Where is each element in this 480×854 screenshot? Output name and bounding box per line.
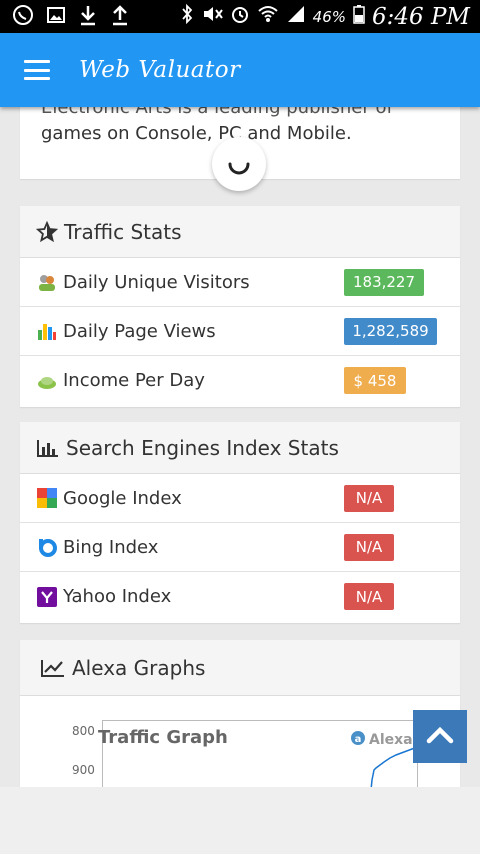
pageviews-icon <box>36 320 58 342</box>
stat-row-income: Income Per Day $ 458 <box>20 356 460 405</box>
visitors-icon <box>36 271 58 293</box>
index-row-yahoo: Yahoo Index N/A <box>20 572 460 621</box>
stat-label: Daily Unique Visitors <box>63 271 250 293</box>
google-index-badge: N/A <box>344 484 394 512</box>
bing-icon <box>36 536 58 558</box>
line-chart-icon <box>40 658 66 678</box>
battery-percent: 46% <box>312 7 346 26</box>
index-label: Bing Index <box>63 536 159 558</box>
alarm-icon <box>230 4 250 29</box>
back-to-top-button[interactable] <box>413 710 467 763</box>
search-index-header: Search Engines Index Stats <box>20 422 460 474</box>
stat-label: Daily Page Views <box>63 320 216 342</box>
search-index-card: Search Engines Index Stats Google Index … <box>20 422 460 623</box>
hamburger-icon[interactable] <box>24 60 50 80</box>
star-icon <box>36 220 58 243</box>
wifi-icon <box>257 4 279 29</box>
bing-index-badge: N/A <box>344 533 394 561</box>
app-title: Web Valuator <box>79 57 241 83</box>
visitors-badge: 183,227 <box>344 268 424 296</box>
google-icon <box>36 487 58 509</box>
mute-icon <box>201 4 223 29</box>
image-icon <box>46 5 66 29</box>
chevron-up-icon <box>425 725 455 749</box>
upload-icon <box>110 4 130 30</box>
index-row-bing: Bing Index N/A <box>20 523 460 572</box>
traffic-graph-line <box>370 745 420 787</box>
income-badge: $ 458 <box>344 367 406 394</box>
download-icon <box>78 4 98 30</box>
bottom-area <box>0 787 480 854</box>
traffic-stats-header: Traffic Stats <box>20 206 460 258</box>
battery-icon <box>353 4 365 29</box>
description-cut-line: Electronic Arts is a leading publisher o… <box>41 107 393 118</box>
pageviews-badge: 1,282,589 <box>344 317 437 345</box>
traffic-graph-title: Traffic Graph <box>98 727 228 748</box>
clock: 6:46 PM <box>372 3 470 30</box>
index-label: Google Index <box>63 487 182 509</box>
alexa-graphs-header: Alexa Graphs <box>20 640 460 696</box>
stat-row-pageviews: Daily Page Views 1,282,589 <box>20 307 460 356</box>
status-bar: 46% 6:46 PM <box>0 0 480 33</box>
bar-chart-icon <box>36 438 60 458</box>
app-bar: Web Valuator <box>0 33 480 107</box>
signal-icon <box>286 4 306 29</box>
yahoo-icon <box>36 586 58 608</box>
whatsapp-icon <box>12 4 34 30</box>
traffic-stats-title: Traffic Stats <box>64 219 182 244</box>
search-index-title: Search Engines Index Stats <box>66 435 339 460</box>
traffic-stats-card: Traffic Stats Daily Unique Visitors 183,… <box>20 206 460 407</box>
yahoo-index-badge: N/A <box>344 583 394 610</box>
loading-spinner <box>212 137 266 191</box>
stat-label: Income Per Day <box>63 370 205 391</box>
y-tick-label: 900 <box>72 763 95 777</box>
bluetooth-icon <box>180 3 194 29</box>
alexa-graphs-card: Alexa Graphs 800 900 Traffic Graph a Ale… <box>20 640 460 787</box>
index-row-google: Google Index N/A <box>20 474 460 523</box>
alexa-graphs-title: Alexa Graphs <box>72 655 206 680</box>
stat-row-visitors: Daily Unique Visitors 183,227 <box>20 258 460 307</box>
income-icon <box>36 370 58 392</box>
index-label: Yahoo Index <box>63 586 172 607</box>
content-scroll-area[interactable]: Electronic Arts is a leading publisher o… <box>0 107 480 787</box>
y-tick-label: 800 <box>72 724 95 738</box>
